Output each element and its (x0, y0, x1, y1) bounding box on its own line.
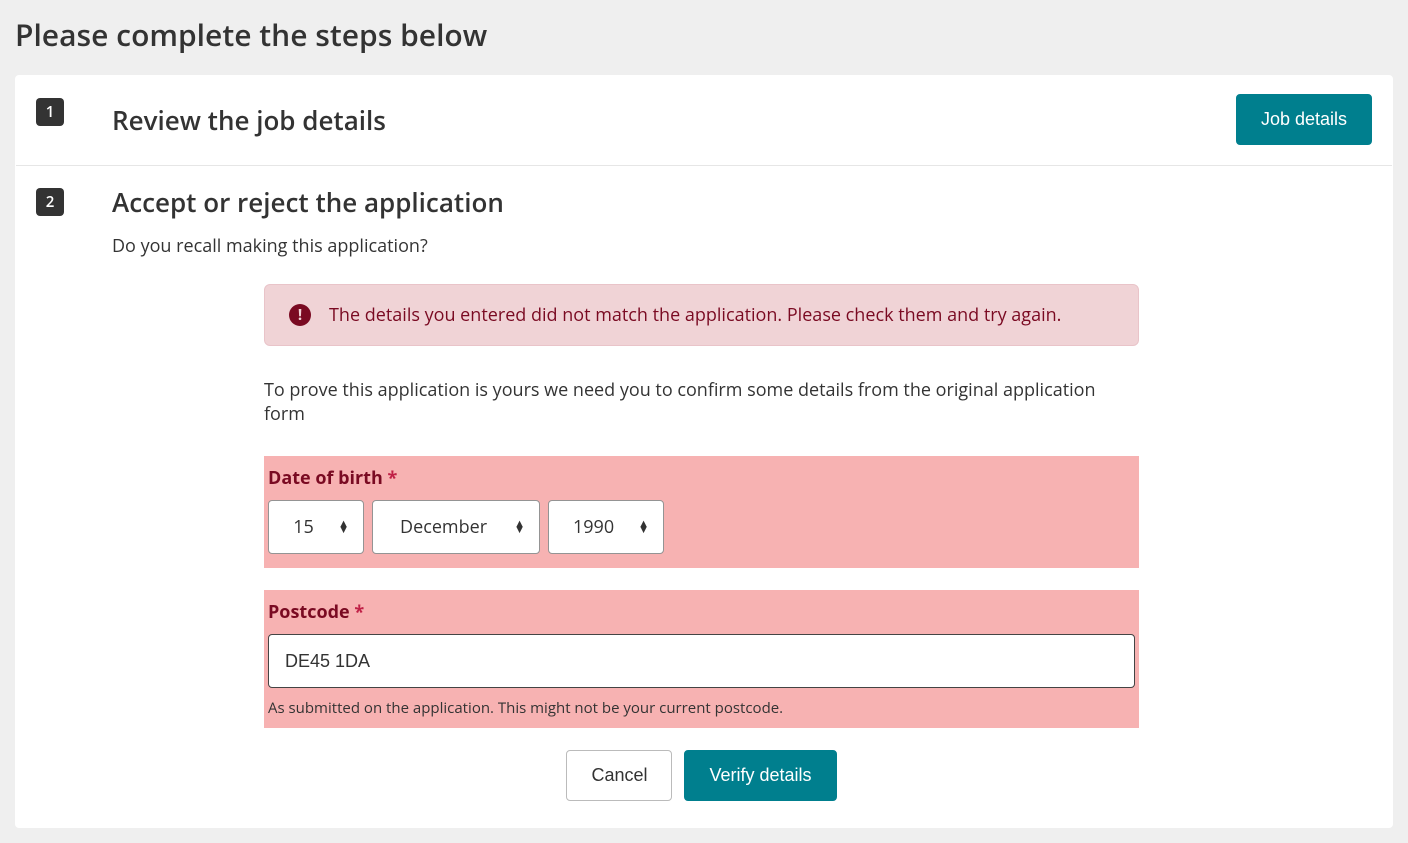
error-alert-text: The details you entered did not match th… (329, 303, 1061, 327)
verify-details-button[interactable]: Verify details (684, 750, 836, 801)
form-actions: Cancel Verify details (264, 750, 1139, 801)
dob-day-select[interactable]: 15 ▲▼ (268, 500, 364, 554)
dob-field: Date of birth * 15 ▲▼ December ▲▼ (264, 456, 1139, 568)
postcode-input[interactable] (268, 634, 1135, 688)
postcode-help: As submitted on the application. This mi… (268, 688, 1135, 720)
dob-day-value: 15 (269, 515, 338, 539)
dob-label: Date of birth * (268, 462, 1135, 500)
dob-month-value: December (373, 515, 514, 539)
page-title: Please complete the steps below (15, 0, 1393, 75)
postcode-label: Postcode * (268, 596, 1135, 634)
required-marker: * (388, 466, 398, 490)
required-marker: * (354, 600, 364, 624)
step-2-subtitle: Do you recall making this application? (112, 234, 1372, 258)
step-number-badge: 1 (36, 98, 64, 126)
exclamation-icon: ! (289, 304, 311, 326)
job-details-button[interactable]: Job details (1236, 94, 1372, 145)
step-2: 2 Accept or reject the application Do yo… (16, 165, 1392, 827)
updown-icon: ▲▼ (638, 521, 663, 533)
updown-icon: ▲▼ (514, 521, 539, 533)
step-1-title: Review the job details (112, 102, 386, 138)
step-2-title: Accept or reject the application (112, 184, 504, 220)
dob-year-select[interactable]: 1990 ▲▼ (548, 500, 664, 554)
updown-icon: ▲▼ (338, 521, 363, 533)
dob-year-value: 1990 (549, 515, 638, 539)
steps-card: 1 Review the job details Job details 2 A… (15, 75, 1393, 828)
form-intro: To prove this application is yours we ne… (264, 378, 1139, 426)
error-alert: ! The details you entered did not match … (264, 284, 1139, 346)
step-number-badge: 2 (36, 188, 64, 216)
step-1: 1 Review the job details Job details (16, 76, 1392, 165)
dob-month-select[interactable]: December ▲▼ (372, 500, 540, 554)
postcode-field: Postcode * As submitted on the applicati… (264, 590, 1139, 728)
cancel-button[interactable]: Cancel (566, 750, 672, 801)
